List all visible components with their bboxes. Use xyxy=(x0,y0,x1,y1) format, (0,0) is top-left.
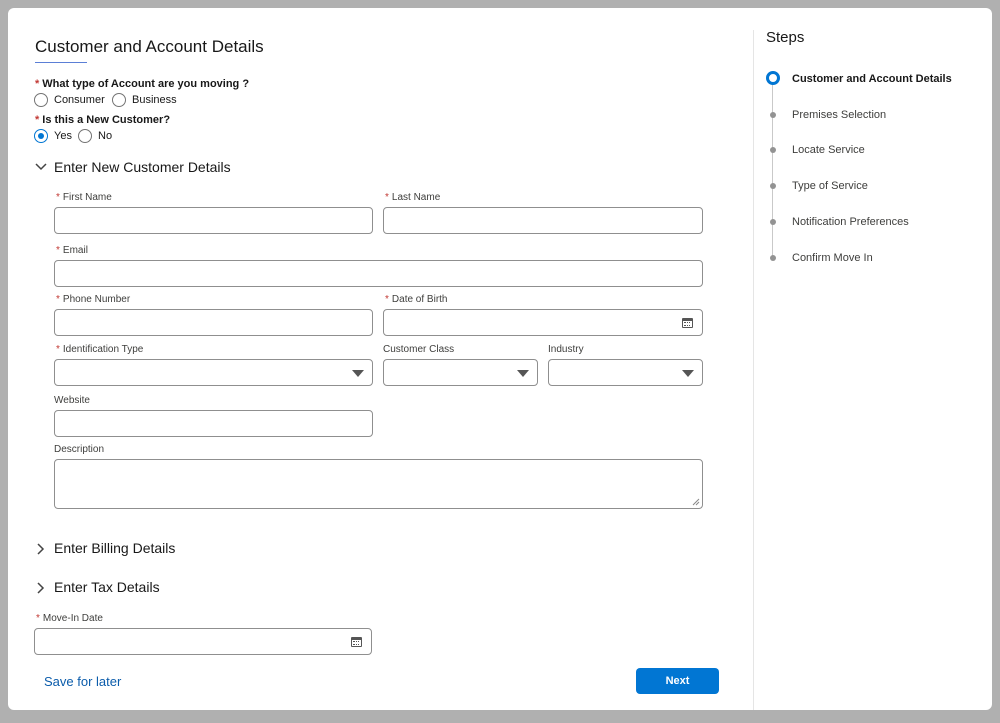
section-billing-toggle[interactable]: Enter Billing Details xyxy=(34,540,234,558)
panel-divider xyxy=(753,30,754,710)
step-dot-icon xyxy=(770,183,776,189)
customer-class-select[interactable] xyxy=(383,359,538,386)
section-new-customer-label: Enter New Customer Details xyxy=(54,159,231,175)
radio-no[interactable] xyxy=(78,129,92,143)
dob-input[interactable] xyxy=(383,309,703,336)
page-title: Customer and Account Details xyxy=(35,37,264,56)
radio-consumer-label: Consumer xyxy=(54,94,105,106)
resize-handle-icon[interactable] xyxy=(692,498,700,506)
steps-connector xyxy=(772,84,773,260)
chevron-right-icon xyxy=(37,582,45,594)
id-type-select[interactable] xyxy=(54,359,373,386)
step-dot-icon xyxy=(770,147,776,153)
radio-yes-label: Yes xyxy=(54,130,72,142)
phone-label: * Phone Number xyxy=(56,294,131,305)
dropdown-caret-icon xyxy=(682,370,694,377)
first-name-label: * First Name xyxy=(56,192,112,203)
website-label: Website xyxy=(54,395,90,406)
dob-label: * Date of Birth xyxy=(385,294,448,305)
step-dot-icon xyxy=(770,255,776,261)
main-card: Customer and Account Details * What type … xyxy=(8,8,992,710)
next-button[interactable]: Next xyxy=(636,668,719,694)
last-name-label: * Last Name xyxy=(385,192,441,203)
radio-consumer[interactable] xyxy=(34,93,48,107)
industry-label: Industry xyxy=(548,344,584,355)
dropdown-caret-icon xyxy=(352,370,364,377)
customer-class-label: Customer Class xyxy=(383,344,455,355)
account-type-label: * What type of Account are you moving ? xyxy=(35,78,250,90)
steps-title: Steps xyxy=(766,29,805,46)
radio-business[interactable] xyxy=(112,93,126,107)
window-frame: Customer and Account Details * What type … xyxy=(0,0,1000,723)
radio-yes[interactable] xyxy=(34,129,48,143)
step-current-icon xyxy=(766,71,780,85)
step-5-label[interactable]: Notification Preferences xyxy=(792,216,909,228)
first-name-input[interactable] xyxy=(54,207,373,234)
step-dot-icon xyxy=(770,219,776,225)
radio-business-label: Business xyxy=(132,94,177,106)
step-4-label[interactable]: Type of Service xyxy=(792,180,868,192)
website-input[interactable] xyxy=(54,410,373,437)
id-type-label: * Identification Type xyxy=(56,344,144,355)
move-in-date-label: * Move-In Date xyxy=(36,613,103,624)
step-3-label[interactable]: Locate Service xyxy=(792,144,865,156)
new-customer-label: * Is this a New Customer? xyxy=(35,114,171,126)
section-tax-label: Enter Tax Details xyxy=(54,579,160,595)
phone-input[interactable] xyxy=(54,309,373,336)
section-billing-label: Enter Billing Details xyxy=(54,540,176,556)
move-in-date-input[interactable] xyxy=(34,628,372,655)
save-for-later-link[interactable]: Save for later xyxy=(44,674,121,689)
description-textarea[interactable] xyxy=(54,459,703,509)
dropdown-caret-icon xyxy=(517,370,529,377)
email-label: * Email xyxy=(56,245,88,256)
step-1-label[interactable]: Customer and Account Details xyxy=(792,73,952,85)
industry-select[interactable] xyxy=(548,359,703,386)
chevron-right-icon xyxy=(37,543,45,555)
calendar-icon[interactable] xyxy=(351,637,362,647)
calendar-icon[interactable] xyxy=(682,318,693,328)
section-new-customer-toggle[interactable]: Enter New Customer Details xyxy=(34,159,234,177)
section-tax-toggle[interactable]: Enter Tax Details xyxy=(34,579,234,597)
title-underline xyxy=(35,62,87,63)
step-dot-icon xyxy=(770,112,776,118)
step-2-label[interactable]: Premises Selection xyxy=(792,109,886,121)
chevron-down-icon xyxy=(35,163,47,171)
description-label: Description xyxy=(54,444,105,455)
email-field[interactable] xyxy=(54,260,703,287)
last-name-input[interactable] xyxy=(383,207,703,234)
radio-no-label: No xyxy=(98,130,113,142)
step-6-label[interactable]: Confirm Move In xyxy=(792,252,873,264)
